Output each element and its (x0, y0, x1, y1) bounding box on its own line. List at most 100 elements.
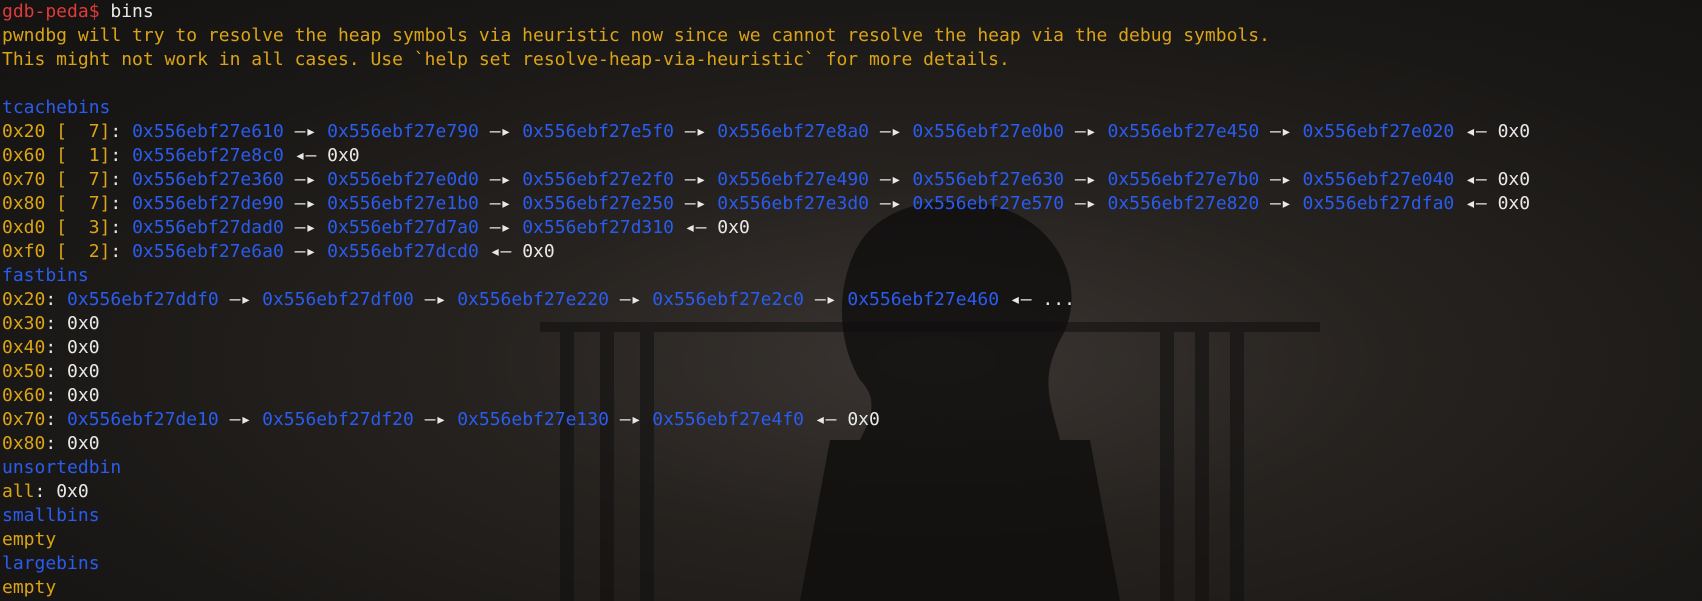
output-text: ◂— 0x0 (1454, 169, 1531, 190)
output-text: : (110, 241, 133, 262)
output-text: 0x30 (2, 313, 46, 334)
output-text: 0x70 (2, 409, 46, 430)
output-text: —▸ (869, 169, 913, 190)
output-text: 0x70 [ 7] (2, 169, 111, 190)
output-text: —▸ (478, 169, 523, 190)
address-text: 0x556ebf27e5f0 (522, 121, 674, 142)
prompt-text: gdb-peda$ (2, 1, 100, 22)
address-text: 0x556ebf27e8a0 (717, 121, 870, 142)
output-text: —▸ (673, 121, 718, 142)
output-line: 0x50: 0x0 (2, 360, 1702, 384)
output-text: —▸ (283, 217, 328, 238)
address-text: 0x556ebf27df00 (262, 289, 414, 310)
address-text: 0x556ebf27de10 (67, 409, 219, 430)
output-line: largebins (2, 552, 1702, 576)
output-text: : 0x0 (45, 313, 100, 334)
output-text: This might not work in all cases. Use `h… (2, 49, 1010, 70)
address-text: 0x556ebf27e250 (522, 193, 674, 214)
address-text: 0x556ebf27e4f0 (652, 409, 804, 430)
output-text: : (110, 217, 133, 238)
output-text: 0x40 (2, 337, 46, 358)
output-line: 0xd0 [ 3]: 0x556ebf27dad0 —▸ 0x556ebf27d… (2, 216, 1702, 240)
output-text: : (110, 193, 133, 214)
address-text: 0x556ebf27e790 (327, 121, 479, 142)
output-line: smallbins (2, 504, 1702, 528)
output-text: 0xf0 [ 2] (2, 241, 111, 262)
output-text: all (2, 481, 35, 502)
address-text: 0x556ebf27e6a0 (132, 241, 284, 262)
output-text: —▸ (608, 409, 653, 430)
output-text: —▸ (673, 193, 718, 214)
output-text: —▸ (1064, 193, 1108, 214)
terminal-output: gdb-peda$ bins pwndbg will try to resolve… (2, 0, 1702, 601)
output-text: —▸ (1259, 169, 1303, 190)
output-text: ◂— ... (999, 289, 1075, 310)
output-text: 0x50 (2, 361, 46, 382)
output-text: empty (2, 577, 57, 598)
address-text: 0x556ebf27e460 (847, 289, 1000, 310)
output-line: This might not work in all cases. Use `h… (2, 48, 1702, 72)
output-line: tcachebins (2, 96, 1702, 120)
output-text: ◂— 0x0 (673, 217, 750, 238)
output-text: 0x20 (2, 289, 46, 310)
address-text: tcachebins (2, 97, 111, 118)
output-text: —▸ (478, 193, 523, 214)
output-line: 0x60: 0x0 (2, 384, 1702, 408)
output-text: —▸ (218, 289, 263, 310)
output-text: —▸ (283, 241, 328, 262)
address-text: 0x556ebf27e2f0 (522, 169, 674, 190)
output-text: ◂— 0x0 (804, 409, 880, 430)
address-text: 0x556ebf27e8c0 (132, 145, 284, 166)
output-text: —▸ (1064, 169, 1108, 190)
output-text: empty (2, 529, 57, 550)
output-text: —▸ (413, 409, 458, 430)
address-text: 0x556ebf27d310 (522, 217, 674, 238)
output-line: 0x20: 0x556ebf27ddf0 —▸ 0x556ebf27df00 —… (2, 288, 1702, 312)
output-text: : 0x0 (45, 433, 100, 454)
address-text: 0x556ebf27e0d0 (327, 169, 479, 190)
output-text: —▸ (608, 289, 653, 310)
output-line: fastbins (2, 264, 1702, 288)
output-line: 0x20 [ 7]: 0x556ebf27e610 —▸ 0x556ebf27e… (2, 120, 1702, 144)
address-text: 0x556ebf27e450 (1107, 121, 1260, 142)
address-text: 0x556ebf27e220 (457, 289, 609, 310)
output-text: : 0x0 (45, 385, 100, 406)
address-text: 0x556ebf27e360 (132, 169, 284, 190)
address-text: 0x556ebf27ddf0 (67, 289, 219, 310)
output-text: ◂— 0x0 (1454, 121, 1531, 142)
output-text: ◂— 0x0 (478, 241, 555, 262)
output-line: 0x70 [ 7]: 0x556ebf27e360 —▸ 0x556ebf27e… (2, 168, 1702, 192)
address-text: 0x556ebf27e610 (132, 121, 284, 142)
output-text: bins (99, 1, 154, 22)
command-line: gdb-peda$ bins (2, 0, 1702, 24)
output-text: —▸ (283, 193, 328, 214)
output-text: pwndbg will try to resolve the heap symb… (2, 25, 1270, 46)
output-text: : (110, 121, 133, 142)
output-text: —▸ (1259, 121, 1303, 142)
output-line: all: 0x0 (2, 480, 1702, 504)
address-text: 0x556ebf27d7a0 (327, 217, 479, 238)
address-text: 0x556ebf27e2c0 (652, 289, 804, 310)
output-text: : (110, 169, 133, 190)
address-text: 0x556ebf27e0b0 (912, 121, 1065, 142)
address-text: largebins (2, 553, 100, 574)
address-text: 0x556ebf27e570 (912, 193, 1065, 214)
output-line: 0x60 [ 1]: 0x556ebf27e8c0 ◂— 0x0 (2, 144, 1702, 168)
output-text: 0x60 (2, 385, 46, 406)
output-line: 0x30: 0x0 (2, 312, 1702, 336)
output-text: : 0x0 (45, 361, 100, 382)
output-text: ◂— 0x0 (1454, 193, 1531, 214)
address-text: 0x556ebf27de90 (132, 193, 284, 214)
output-line: 0xf0 [ 2]: 0x556ebf27e6a0 —▸ 0x556ebf27d… (2, 240, 1702, 264)
output-text: 0x60 [ 1] (2, 145, 111, 166)
address-text: 0x556ebf27e130 (457, 409, 609, 430)
output-text: : (45, 409, 68, 430)
output-text: —▸ (218, 409, 263, 430)
address-text: 0x556ebf27e630 (912, 169, 1065, 190)
output-line: pwndbg will try to resolve the heap symb… (2, 24, 1702, 48)
output-text: —▸ (869, 193, 913, 214)
address-text: fastbins (2, 265, 89, 286)
address-text: 0x556ebf27e020 (1302, 121, 1455, 142)
output-line: 0x40: 0x0 (2, 336, 1702, 360)
